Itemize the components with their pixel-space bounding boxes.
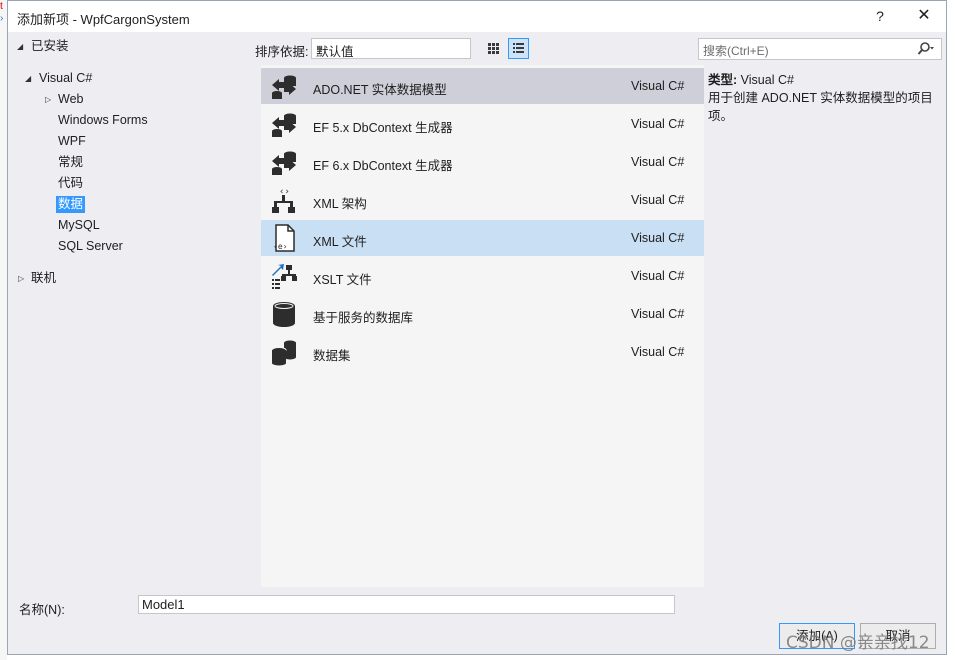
tree-node-code[interactable]: 代码 <box>58 175 83 192</box>
title-bar: 添加新项 - WpfCargonSystem ? ✕ <box>8 1 946 32</box>
search-icon[interactable] <box>917 41 935 57</box>
item-name: XML 文件 <box>313 235 367 249</box>
editor-marker: t <box>0 1 3 12</box>
item-name: EF 6.x DbContext 生成器 <box>313 159 453 173</box>
window-title: 添加新项 - WpfCargonSystem <box>17 12 190 27</box>
sort-toolbar: 排序依据: 默认值 ▼ <box>253 32 698 68</box>
item-name: EF 5.x DbContext 生成器 <box>313 121 453 135</box>
database-icon <box>273 302 295 327</box>
grid-icon <box>488 43 499 54</box>
item-name: 基于服务的数据库 <box>313 311 414 325</box>
dataset-icon <box>271 340 296 366</box>
tree-node-mysql[interactable]: MySQL <box>58 217 100 234</box>
sort-label: 排序依据: <box>255 45 309 59</box>
name-input[interactable] <box>138 595 675 614</box>
list-item[interactable]: EF 6.x DbContext 生成器 Visual C# <box>261 144 704 180</box>
item-language: Visual C# <box>631 307 685 321</box>
small-icons-view-button[interactable] <box>483 38 504 59</box>
tree-node-windows-forms[interactable]: Windows Forms <box>58 112 148 129</box>
tree-node-online[interactable]: 联机 <box>31 270 56 287</box>
description-text: 用于创建 ADO.NET 实体数据模型的项目项。 <box>708 91 933 123</box>
list-item[interactable]: ADO.NET 实体数据模型 Visual C# <box>261 68 704 104</box>
item-name: 数据集 <box>313 349 351 363</box>
xslt-file-icon <box>272 264 297 289</box>
description-pane: 类型: Visual C# 用于创建 ADO.NET 实体数据模型的项目项。 <box>708 71 940 125</box>
add-new-item-dialog: 添加新项 - WpfCargonSystem ? ✕ ◢ 已安装 ◢ Visua… <box>7 0 947 655</box>
list-item[interactable]: 数据集 Visual C# <box>261 334 704 370</box>
watermark: CSDN @亲亲找12 <box>786 633 930 653</box>
collapsed-arrow-icon[interactable]: ▷ <box>18 274 24 283</box>
tree-node-installed[interactable]: 已安装 <box>31 38 69 55</box>
template-list: ADO.NET 实体数据模型 Visual C# EF 5.x DbContex… <box>261 65 704 587</box>
list-item[interactable]: 基于服务的数据库 Visual C# <box>261 296 704 332</box>
item-language: Visual C# <box>631 345 685 359</box>
list-item[interactable]: ‹e› XML 文件 Visual C# <box>261 220 704 256</box>
list-item[interactable]: ‹› XML 架构 Visual C# <box>261 182 704 218</box>
tree-node-sql-server[interactable]: SQL Server <box>58 238 123 255</box>
tree-node-web[interactable]: Web <box>58 91 83 108</box>
search-placeholder: 搜索(Ctrl+E) <box>703 44 769 58</box>
item-language: Visual C# <box>631 269 685 283</box>
tree-node-data[interactable]: 数据 <box>56 196 86 213</box>
collapsed-arrow-icon[interactable]: ▷ <box>45 95 51 104</box>
entity-model-icon <box>272 113 296 137</box>
dropdown-arrow-icon: ▼ <box>316 45 324 54</box>
item-language: Visual C# <box>631 231 685 245</box>
tree-node-general[interactable]: 常规 <box>58 154 83 171</box>
category-tree: ◢ 已安装 ◢ Visual C# ▷ Web Windows Forms WP… <box>9 32 253 587</box>
item-name: ADO.NET 实体数据模型 <box>313 83 447 97</box>
item-name: XSLT 文件 <box>313 273 372 287</box>
item-name: XML 架构 <box>313 197 367 211</box>
type-line: 类型: Visual C# <box>708 71 940 89</box>
list-item[interactable]: EF 5.x DbContext 生成器 Visual C# <box>261 106 704 142</box>
item-language: Visual C# <box>631 117 685 131</box>
expanded-arrow-icon[interactable]: ◢ <box>25 74 31 83</box>
item-language: Visual C# <box>631 155 685 169</box>
entity-model-icon <box>272 151 296 175</box>
xml-file-icon: ‹e› <box>273 224 295 252</box>
editor-chevron-icon: › <box>0 13 4 24</box>
list-item[interactable]: XSLT 文件 Visual C# <box>261 258 704 294</box>
name-label: 名称(N): <box>19 603 65 617</box>
type-key: 类型: <box>708 73 738 87</box>
tree-node-visual-csharp[interactable]: Visual C# <box>39 70 92 87</box>
sort-dropdown[interactable]: 默认值 ▼ <box>311 38 471 59</box>
search-box[interactable]: 搜索(Ctrl+E) <box>698 38 942 60</box>
svg-text:‹e›: ‹e› <box>273 242 287 251</box>
tree-node-wpf[interactable]: WPF <box>58 133 86 150</box>
list-icon <box>513 43 524 53</box>
item-language: Visual C# <box>631 193 685 207</box>
details-view-button[interactable] <box>508 38 529 59</box>
item-language: Visual C# <box>631 79 685 93</box>
background-editor-edge: t › <box>0 0 7 660</box>
close-button[interactable]: ✕ <box>909 5 939 27</box>
entity-model-icon <box>272 75 296 99</box>
xml-schema-icon: ‹› <box>272 187 295 213</box>
help-button[interactable]: ? <box>865 5 895 27</box>
type-value: Visual C# <box>740 73 794 87</box>
expanded-arrow-icon[interactable]: ◢ <box>17 42 23 51</box>
